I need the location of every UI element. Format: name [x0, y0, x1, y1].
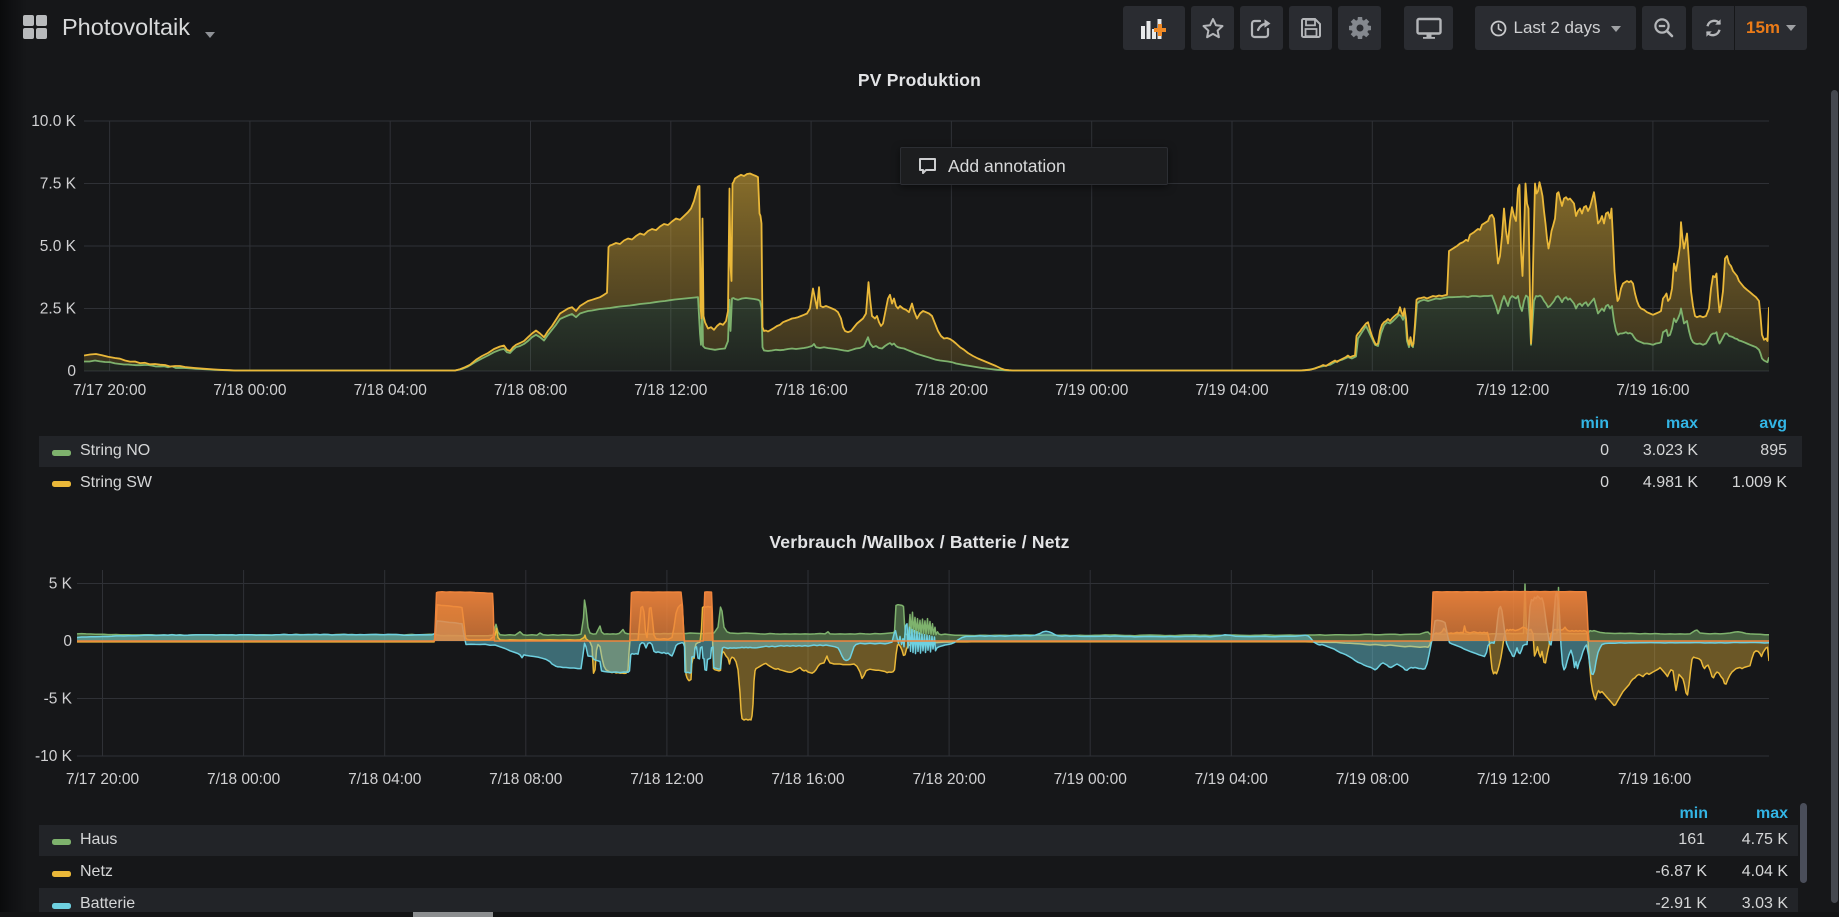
svg-text:5 K: 5 K [49, 576, 73, 593]
svg-text:7/19 04:00: 7/19 04:00 [1195, 382, 1269, 399]
svg-text:7/19 12:00: 7/19 12:00 [1476, 382, 1550, 399]
svg-text:0: 0 [67, 363, 76, 380]
svg-text:7/18 20:00: 7/18 20:00 [912, 771, 986, 788]
svg-text:0: 0 [63, 633, 72, 650]
svg-text:7/19 08:00: 7/19 08:00 [1336, 382, 1410, 399]
svg-text:7/19 00:00: 7/19 00:00 [1054, 771, 1128, 788]
svg-text:7/18 16:00: 7/18 16:00 [774, 382, 848, 399]
svg-text:7/19 16:00: 7/19 16:00 [1618, 771, 1692, 788]
svg-text:7/18 04:00: 7/18 04:00 [348, 771, 422, 788]
svg-text:7/18 16:00: 7/18 16:00 [771, 771, 845, 788]
svg-text:7/17 20:00: 7/17 20:00 [66, 771, 140, 788]
svg-text:7/18 08:00: 7/18 08:00 [489, 771, 563, 788]
svg-text:7/18 20:00: 7/18 20:00 [915, 382, 989, 399]
svg-text:7/19 16:00: 7/19 16:00 [1616, 382, 1690, 399]
svg-text:7/18 12:00: 7/18 12:00 [634, 382, 708, 399]
svg-text:7/19 00:00: 7/19 00:00 [1055, 382, 1129, 399]
svg-text:-10 K: -10 K [35, 748, 73, 765]
svg-text:7/18 08:00: 7/18 08:00 [494, 382, 568, 399]
svg-text:7/19 12:00: 7/19 12:00 [1477, 771, 1551, 788]
svg-text:7/18 00:00: 7/18 00:00 [207, 771, 281, 788]
svg-text:10.0 K: 10.0 K [31, 113, 76, 130]
svg-text:2.5 K: 2.5 K [40, 301, 77, 318]
svg-text:5.0 K: 5.0 K [40, 238, 77, 255]
svg-text:7/18 00:00: 7/18 00:00 [213, 382, 287, 399]
svg-text:-5 K: -5 K [44, 691, 73, 708]
svg-text:7/17 20:00: 7/17 20:00 [73, 382, 147, 399]
svg-text:7/18 12:00: 7/18 12:00 [630, 771, 704, 788]
svg-text:7/19 04:00: 7/19 04:00 [1195, 771, 1269, 788]
svg-text:7/18 04:00: 7/18 04:00 [354, 382, 428, 399]
svg-text:7.5 K: 7.5 K [40, 176, 77, 193]
svg-text:7/19 08:00: 7/19 08:00 [1336, 771, 1410, 788]
